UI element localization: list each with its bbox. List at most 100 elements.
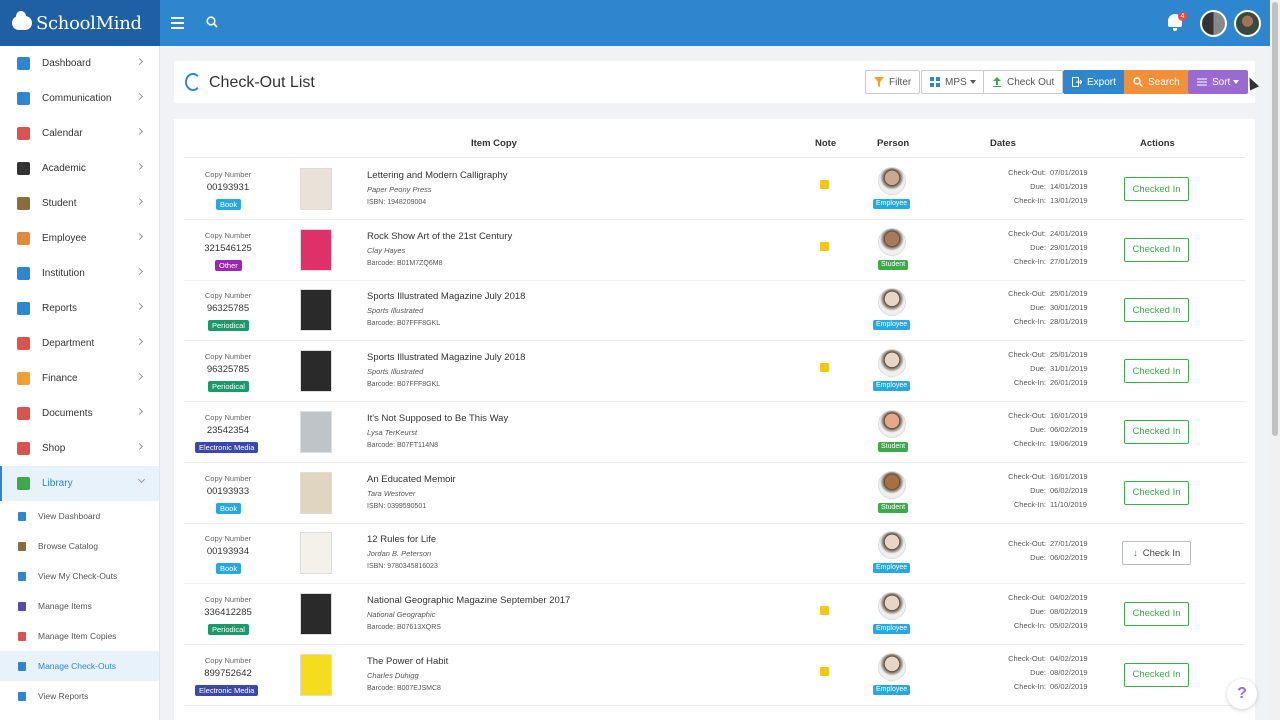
check-out-date: 04/02/2019: [1050, 592, 1088, 602]
check-in-button[interactable]: ↓ Check In: [1122, 541, 1191, 566]
item-title[interactable]: It's Not Supposed to Be This Way: [367, 413, 508, 424]
notifications-bell-icon[interactable]: 4: [1166, 12, 1187, 34]
column-header-note[interactable]: Note: [815, 138, 836, 149]
item-author: Sports Illustrated: [367, 367, 424, 377]
help-button[interactable]: ?: [1227, 679, 1257, 709]
copy-number: 00193931: [206, 182, 250, 193]
calendar-icon: [17, 127, 30, 140]
user-avatar[interactable]: [1234, 10, 1261, 37]
sort-dropdown-button[interactable]: Sort: [1188, 70, 1249, 94]
mps-button-label: MPS: [945, 76, 967, 88]
person-avatar[interactable]: [878, 409, 906, 438]
sidebar-item-documents[interactable]: Documents: [0, 396, 159, 431]
school-avatar[interactable]: [1200, 10, 1227, 37]
chevron-icon: [135, 162, 144, 171]
item-cover-image: [300, 228, 332, 271]
person-avatar[interactable]: [878, 470, 906, 499]
sticky-note-icon[interactable]: [820, 180, 829, 189]
item-title[interactable]: Lettering and Modern Calligraphy: [367, 170, 507, 181]
person-avatar[interactable]: [878, 652, 906, 681]
item-cover-image: [300, 653, 332, 696]
person-avatar[interactable]: [878, 531, 906, 560]
item-title[interactable]: Rock Show Art of the 21st Century: [367, 231, 512, 242]
due-label: Due:: [1030, 485, 1046, 495]
item-title[interactable]: 12 Rules for Life: [367, 534, 436, 545]
sidebar-item-communication[interactable]: Communication: [0, 81, 159, 116]
sidebar-item-department[interactable]: Department: [0, 326, 159, 361]
item-author: Paper Peony Press: [367, 185, 432, 194]
book-icon: [18, 601, 26, 611]
sticky-note-icon[interactable]: [820, 363, 829, 373]
filter-button[interactable]: Filter: [865, 70, 921, 94]
person-avatar[interactable]: [878, 349, 906, 378]
sidebar-item-finance[interactable]: Finance: [0, 361, 159, 396]
copy-number: 00193934: [206, 546, 250, 558]
sidebar-subitem-browse-catalog[interactable]: Browse Catalog: [0, 531, 159, 561]
search-button[interactable]: Search: [1124, 70, 1189, 94]
menu-toggle-icon[interactable]: [171, 17, 184, 29]
checked-in-button[interactable]: Checked In: [1124, 237, 1189, 262]
sidebar-item-employee[interactable]: Employee: [0, 221, 159, 256]
checked-in-button[interactable]: Checked In: [1124, 177, 1189, 201]
export-button[interactable]: Export: [1063, 70, 1125, 94]
sidebar-item-institution[interactable]: Institution: [0, 256, 159, 291]
sidebar-subitem-view-my-check-outs[interactable]: View My Check-Outs: [0, 561, 159, 591]
checked-in-button[interactable]: Checked In: [1124, 298, 1189, 323]
sidebar-item-academic[interactable]: Academic: [0, 151, 159, 186]
check-out-date: 16/01/2019: [1050, 410, 1088, 420]
page-title: Check-Out List: [209, 74, 315, 91]
scrollbar-thumb[interactable]: [1272, 2, 1278, 436]
sidebar-subitem-view-dashboard[interactable]: View Dashboard: [0, 501, 159, 531]
sidebar-subitem-manage-item-copies[interactable]: Manage Item Copies: [0, 621, 159, 651]
sidebar-item-library[interactable]: Library: [0, 466, 159, 501]
sidebar-subitem-manage-check-outs[interactable]: Manage Check-Outs: [0, 651, 159, 681]
book-icon: [18, 631, 26, 641]
item-code: Barcode: B07FT114N8: [367, 441, 439, 449]
sidebar-item-label: Student: [42, 198, 77, 209]
check-in-label: Check-In:: [1013, 438, 1046, 448]
person-avatar[interactable]: [878, 591, 906, 620]
checked-in-button[interactable]: Checked In: [1124, 601, 1189, 626]
sticky-note-icon[interactable]: [820, 666, 829, 676]
sidebar-item-label: Shop: [42, 443, 66, 454]
search-icon[interactable]: [206, 16, 218, 28]
checked-in-button[interactable]: Checked In: [1124, 480, 1189, 505]
item-title[interactable]: Sports Illustrated Magazine July 2018: [367, 291, 525, 302]
item-type-badge: Periodical: [208, 623, 249, 635]
sidebar-item-reports[interactable]: Reports: [0, 291, 159, 326]
column-header-person[interactable]: Person: [877, 138, 909, 149]
sidebar-subitem-view-reports[interactable]: View Reports: [0, 681, 159, 711]
sticky-note-icon[interactable]: [820, 605, 829, 615]
item-title[interactable]: National Geographic Magazine September 2…: [367, 595, 570, 606]
sidebar-item-calendar[interactable]: Calendar: [0, 116, 159, 151]
page-scrollbar[interactable]: [1270, 0, 1280, 720]
column-header-item-copy[interactable]: Item Copy: [471, 138, 517, 149]
column-header-dates[interactable]: Dates: [990, 138, 1016, 149]
check-out-button[interactable]: Check Out: [983, 70, 1064, 94]
checked-in-button[interactable]: Checked In: [1124, 662, 1189, 687]
check-out-label: Check-Out:: [1008, 653, 1046, 663]
checked-in-button[interactable]: Checked In: [1124, 419, 1189, 444]
item-author: Sports Illustrated: [367, 306, 424, 316]
refresh-icon: [18, 571, 26, 581]
check-out-label: Check-Out:: [1008, 168, 1046, 177]
sidebar-item-student[interactable]: Student: [0, 186, 159, 221]
person-avatar[interactable]: [878, 288, 906, 317]
caret-down-icon: [969, 80, 976, 84]
mps-dropdown-button[interactable]: MPS: [921, 70, 985, 94]
item-title[interactable]: Sports Illustrated Magazine July 2018: [367, 352, 525, 363]
brand-name: SchoolMind: [36, 12, 142, 34]
brand-logo[interactable]: SchoolMind: [0, 0, 160, 46]
sidebar-item-shop[interactable]: Shop: [0, 431, 159, 466]
person-avatar[interactable]: [878, 227, 906, 256]
item-title[interactable]: An Educated Memoir: [367, 474, 456, 485]
copy-number-label: Copy Number: [204, 412, 252, 422]
sidebar-subitem-manage-items[interactable]: Manage Items: [0, 591, 159, 621]
checked-in-button[interactable]: Checked In: [1124, 359, 1189, 384]
item-title[interactable]: The Power of Habit: [367, 656, 448, 667]
copy-number: 96325785: [206, 364, 250, 376]
sidebar-item-dashboard[interactable]: Dashboard: [0, 46, 159, 81]
sticky-note-icon[interactable]: [820, 241, 829, 251]
person-avatar[interactable]: [878, 167, 906, 195]
export-button-label: Export: [1087, 76, 1116, 88]
